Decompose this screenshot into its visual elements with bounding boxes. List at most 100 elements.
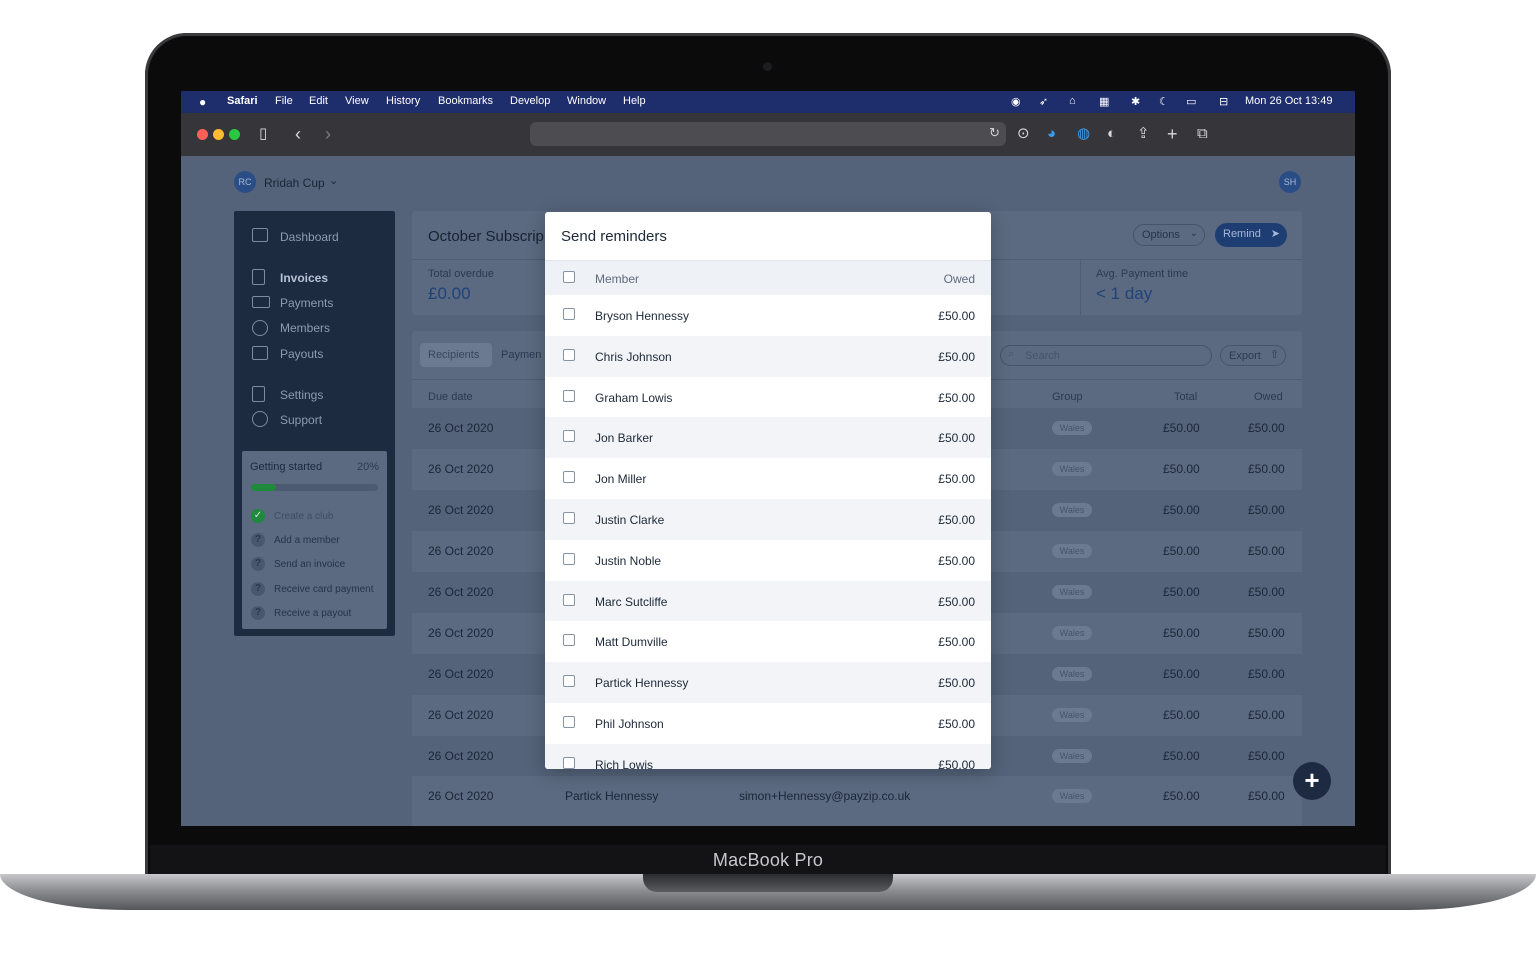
tab-overview-icon[interactable]: ⧉: [1197, 125, 1208, 143]
member-checkbox[interactable]: [563, 634, 575, 647]
sidebar-item-settings[interactable]: Settings: [280, 388, 323, 402]
row-owed: £50.00: [1248, 708, 1285, 722]
member-checkbox[interactable]: [563, 430, 575, 443]
search-placeholder: Search: [1025, 350, 1060, 362]
member-checkbox[interactable]: [563, 675, 575, 688]
question-icon: ?: [251, 606, 265, 620]
sidebar-item-payouts[interactable]: Payouts: [280, 347, 323, 361]
sidebar-item-dashboard[interactable]: Dashboard: [280, 230, 339, 244]
step-create-club[interactable]: Create a club: [274, 511, 333, 522]
search-input[interactable]: ⌕ Search: [1000, 345, 1212, 366]
member-checkbox[interactable]: [563, 716, 575, 728]
tab-payments[interactable]: Paymen: [501, 349, 541, 361]
options-button[interactable]: Options ⌄: [1133, 224, 1205, 246]
step-send-invoice[interactable]: Send an invoice: [274, 559, 345, 570]
menu-edit[interactable]: Edit: [309, 95, 328, 107]
password-icon[interactable]: ◉: [1011, 95, 1021, 108]
club-avatar[interactable]: RC: [234, 171, 256, 193]
battery-icon[interactable]: ▭: [1186, 95, 1196, 108]
menu-file[interactable]: File: [275, 95, 293, 107]
extension-icon[interactable]: ◕: [1047, 125, 1056, 143]
menu-develop[interactable]: Develop: [510, 95, 550, 107]
row-date: 26 Oct 2020: [428, 503, 494, 517]
member-checkbox[interactable]: [563, 512, 575, 524]
bluetooth-icon[interactable]: ✱: [1131, 95, 1140, 108]
zoom-window-button[interactable]: [229, 129, 240, 140]
password-extension-icon[interactable]: ◍: [1077, 125, 1090, 143]
tab-recipients[interactable]: Recipients: [420, 343, 492, 367]
menu-bookmarks[interactable]: Bookmarks: [438, 95, 493, 107]
new-tab-icon[interactable]: +: [1167, 125, 1178, 143]
col-total[interactable]: Total: [1174, 391, 1197, 403]
add-fab-button[interactable]: +: [1293, 762, 1331, 800]
member-row[interactable]: Jon Miller £50.00: [545, 458, 991, 500]
member-row[interactable]: Justin Clarke £50.00: [545, 499, 991, 540]
member-row[interactable]: Bryson Hennessy £50.00: [545, 295, 991, 336]
step-receive-payout[interactable]: Receive a payout: [274, 608, 351, 619]
select-all-checkbox[interactable]: [563, 271, 575, 283]
arch-icon[interactable]: ⌂: [1069, 95, 1076, 107]
col-due-date[interactable]: Due date: [428, 391, 473, 403]
club-name[interactable]: Rridah Cup: [264, 176, 325, 190]
sidebar-item-support[interactable]: Support: [280, 413, 322, 427]
step-receive-card-payment[interactable]: Receive card payment: [274, 584, 374, 595]
menu-help[interactable]: Help: [623, 95, 646, 107]
chevron-down-icon[interactable]: ⌄: [329, 174, 338, 187]
share-icon[interactable]: ⇪: [1137, 125, 1150, 143]
send-icon: ➤: [1270, 228, 1280, 240]
member-row[interactable]: Chris Johnson £50.00: [545, 335, 991, 377]
settings-icon: [252, 386, 265, 402]
grid-icon[interactable]: ▦: [1099, 95, 1109, 108]
forward-icon[interactable]: ›: [325, 125, 331, 143]
member-checkbox[interactable]: [563, 348, 575, 361]
address-bar[interactable]: ↻: [530, 122, 1006, 146]
sidebar-item-invoices[interactable]: Invoices: [280, 271, 328, 285]
row-total: £50.00: [1163, 503, 1200, 517]
menubar-clock[interactable]: Mon 26 Oct 13:49: [1245, 95, 1332, 107]
member-row[interactable]: Marc Sutcliffe £50.00: [545, 580, 991, 622]
menu-safari[interactable]: Safari: [227, 95, 258, 107]
row-email: simon+Hennessy@payzip.co.uk: [739, 789, 911, 803]
member-row[interactable]: Matt Dumville £50.00: [545, 621, 991, 663]
col-owed[interactable]: Owed: [1254, 391, 1283, 403]
close-window-button[interactable]: [197, 129, 208, 140]
member-checkbox[interactable]: [563, 593, 575, 606]
export-button[interactable]: Export ⇧: [1220, 345, 1286, 366]
member-row[interactable]: Rich Lowis £50.00: [545, 743, 991, 769]
member-checkbox[interactable]: [563, 389, 575, 402]
member-row[interactable]: Graham Lowis £50.00: [545, 376, 991, 418]
member-row[interactable]: Jon Barker £50.00: [545, 417, 991, 459]
question-icon: ?: [251, 557, 265, 571]
menu-view[interactable]: View: [345, 95, 369, 107]
remind-button[interactable]: Remind ➤: [1215, 223, 1287, 247]
sidebar-item-members[interactable]: Members: [280, 321, 330, 335]
row-date: 26 Oct 2020: [428, 462, 494, 476]
member-row[interactable]: Partick Hennessy £50.00: [545, 662, 991, 704]
table-row[interactable]: 26 Oct 2020 Partick Hennessy simon+Henne…: [412, 776, 1302, 817]
control-center-icon[interactable]: ⊟: [1219, 95, 1228, 108]
member-row[interactable]: Phil Johnson £50.00: [545, 703, 991, 744]
user-avatar[interactable]: SH: [1279, 171, 1301, 193]
member-checkbox[interactable]: [563, 756, 575, 769]
row-total: £50.00: [1163, 462, 1200, 476]
member-row[interactable]: Justin Noble £50.00: [545, 539, 991, 581]
moon-icon[interactable]: ☾: [1159, 95, 1169, 108]
col-group[interactable]: Group: [1052, 391, 1083, 403]
member-checkbox[interactable]: [563, 552, 575, 565]
menu-history[interactable]: History: [386, 95, 420, 107]
reload-icon[interactable]: ↻: [989, 125, 1000, 141]
member-checkbox[interactable]: [563, 471, 575, 484]
group-badge: Wales: [1052, 462, 1092, 476]
apple-icon[interactable]: ●: [199, 95, 206, 109]
sidebar-item-payments[interactable]: Payments: [280, 296, 333, 310]
minimize-window-button[interactable]: [213, 129, 224, 140]
back-icon[interactable]: ‹: [295, 125, 301, 143]
member-checkbox[interactable]: [563, 308, 575, 320]
download-icon[interactable]: ⊙: [1017, 125, 1030, 143]
shield-icon[interactable]: ◐: [1107, 125, 1116, 143]
sidebar-toggle-icon[interactable]: ▯: [259, 125, 267, 143]
rocket-icon[interactable]: ➶: [1039, 95, 1048, 108]
row-date: 26 Oct 2020: [428, 708, 494, 722]
step-add-member[interactable]: Add a member: [274, 535, 340, 546]
menu-window[interactable]: Window: [567, 95, 606, 107]
